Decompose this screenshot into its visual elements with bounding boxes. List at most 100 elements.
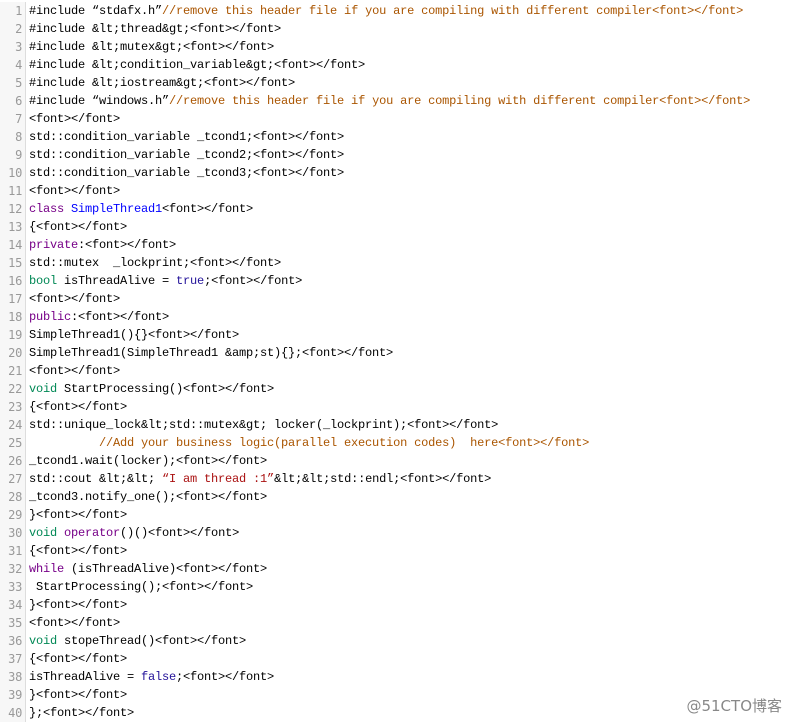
code-line: 19 SimpleThread1(){}<font></font> — [0, 326, 792, 344]
code-line: 35 <font></font> — [0, 614, 792, 632]
code-text: isThreadAlive = false;<font></font> — [26, 668, 274, 686]
code-text: while (isThreadAlive)<font></font> — [26, 560, 267, 578]
code-text: std::cout &lt;&lt; “I am thread :1”&lt;&… — [26, 470, 491, 488]
code-token: _tcond3.notify_one();<font></font> — [29, 490, 268, 504]
code-line: 40};<font></font> — [0, 704, 792, 722]
code-text: std::unique_lock&lt;std::mutex&gt; locke… — [26, 416, 498, 434]
code-line: 14 private:<font></font> — [0, 236, 792, 254]
code-token: _tcond1.wait(locker);<font></font> — [29, 454, 268, 468]
code-token: “I am thread :1” — [162, 472, 275, 486]
code-token: isThreadAlive = — [57, 274, 177, 288]
code-token: #include &lt;thread&gt;<font></font> — [29, 22, 282, 36]
code-token: //remove this header file if you are com… — [162, 4, 744, 18]
code-line: 28 _tcond3.notify_one();<font></font> — [0, 488, 792, 506]
line-number: 35 — [0, 614, 26, 632]
code-token: private — [29, 238, 79, 252]
code-line: 8 std::condition_variable _tcond1;<font><… — [0, 128, 792, 146]
line-number: 15 — [0, 254, 26, 272]
code-line: 12 class SimpleThread1<font></font> — [0, 200, 792, 218]
code-token: std::condition_variable _tcond2;<font></… — [29, 148, 345, 162]
code-text: <font></font> — [26, 182, 120, 200]
code-text: bool isThreadAlive = true;<font></font> — [26, 272, 302, 290]
code-text: #include &lt;mutex&gt;<font></font> — [26, 38, 274, 56]
line-number: 23 — [0, 398, 26, 416]
code-line: 21 <font></font> — [0, 362, 792, 380]
code-token: }<font></font> — [29, 598, 128, 612]
code-token: bool — [29, 274, 58, 288]
line-number: 25 — [0, 434, 26, 452]
line-number: 10 — [0, 164, 26, 182]
line-number: 33 — [0, 578, 26, 596]
code-editor: 1 #include “stdafx.h”//remove this header… — [0, 2, 792, 722]
code-text: _tcond3.notify_one();<font></font> — [26, 488, 267, 506]
code-text: _tcond1.wait(locker);<font></font> — [26, 452, 267, 470]
code-token: //remove this header file if you are com… — [169, 94, 751, 108]
code-line: 34}<font></font> — [0, 596, 792, 614]
line-number: 17 — [0, 290, 26, 308]
line-number: 14 — [0, 236, 26, 254]
line-number: 11 — [0, 182, 26, 200]
code-line: 11 <font></font> — [0, 182, 792, 200]
line-number: 1 — [0, 2, 26, 20]
code-line: 20 SimpleThread1(SimpleThread1 &amp;st){}… — [0, 344, 792, 362]
code-text: SimpleThread1(){}<font></font> — [26, 326, 239, 344]
code-text: std::condition_variable _tcond3;<font></… — [26, 164, 344, 182]
code-text: public:<font></font> — [26, 308, 169, 326]
code-token: <font></font> — [29, 616, 121, 630]
code-text: private:<font></font> — [26, 236, 176, 254]
code-text: <font></font> — [26, 290, 120, 308]
line-number: 32 — [0, 560, 26, 578]
code-token: {<font></font> — [29, 220, 128, 234]
code-line: 29}<font></font> — [0, 506, 792, 524]
code-line: 7 <font></font> — [0, 110, 792, 128]
code-text: <font></font> — [26, 110, 120, 128]
code-token: <font></font> — [162, 202, 254, 216]
code-token: isThreadAlive = — [29, 670, 142, 684]
line-number: 30 — [0, 524, 26, 542]
code-line: 16 bool isThreadAlive = true;<font></font… — [0, 272, 792, 290]
code-text: #include &lt;thread&gt;<font></font> — [26, 20, 281, 38]
code-line: 26 _tcond1.wait(locker);<font></font> — [0, 452, 792, 470]
code-line: 6 #include “windows.h”//remove this heade… — [0, 92, 792, 110]
code-line: 36 void stopeThread()<font></font> — [0, 632, 792, 650]
code-text: class SimpleThread1<font></font> — [26, 200, 253, 218]
code-line: 38 isThreadAlive = false;<font></font> — [0, 668, 792, 686]
line-number: 20 — [0, 344, 26, 362]
code-token: (isThreadAlive)<font></font> — [64, 562, 268, 576]
code-line: 10 std::condition_variable _tcond3;<font>… — [0, 164, 792, 182]
line-number: 39 — [0, 686, 26, 704]
line-number: 3 — [0, 38, 26, 56]
code-token: std::condition_variable _tcond3;<font></… — [29, 166, 345, 180]
code-token: #include &lt;condition_variable&gt;<font… — [29, 58, 366, 72]
line-number: 27 — [0, 470, 26, 488]
code-token: {<font></font> — [29, 652, 128, 666]
code-token: //Add your business logic(parallel execu… — [99, 436, 590, 450]
code-text: <font></font> — [26, 362, 120, 380]
line-number: 38 — [0, 668, 26, 686]
code-token: std::cout &lt;&lt; — [29, 472, 163, 486]
code-token: class — [29, 202, 65, 216]
code-token: SimpleThread1(){}<font></font> — [29, 328, 240, 342]
line-number: 40 — [0, 704, 26, 722]
code-token: &lt;&lt;std::endl;<font></font> — [274, 472, 492, 486]
line-number: 24 — [0, 416, 26, 434]
code-token: public — [29, 310, 72, 324]
code-line: 33 StartProcessing();<font></font> — [0, 578, 792, 596]
code-token: #include &lt;iostream&gt;<font></font> — [29, 76, 296, 90]
code-token: <font></font> — [29, 184, 121, 198]
code-text: #include “windows.h”//remove this header… — [26, 92, 750, 110]
code-token: #include “stdafx.h” — [29, 4, 163, 18]
code-text: void StartProcessing()<font></font> — [26, 380, 274, 398]
line-number: 7 — [0, 110, 26, 128]
code-text: #include “stdafx.h”//remove this header … — [26, 2, 743, 20]
line-number: 21 — [0, 362, 26, 380]
code-line: 27 std::cout &lt;&lt; “I am thread :1”&lt… — [0, 470, 792, 488]
code-text: void operator()()<font></font> — [26, 524, 239, 542]
code-line: 31 {<font></font> — [0, 542, 792, 560]
code-text: //Add your business logic(parallel execu… — [26, 434, 589, 452]
code-line: 18 public:<font></font> — [0, 308, 792, 326]
watermark: @51CTO博客 — [686, 697, 782, 715]
line-number: 16 — [0, 272, 26, 290]
